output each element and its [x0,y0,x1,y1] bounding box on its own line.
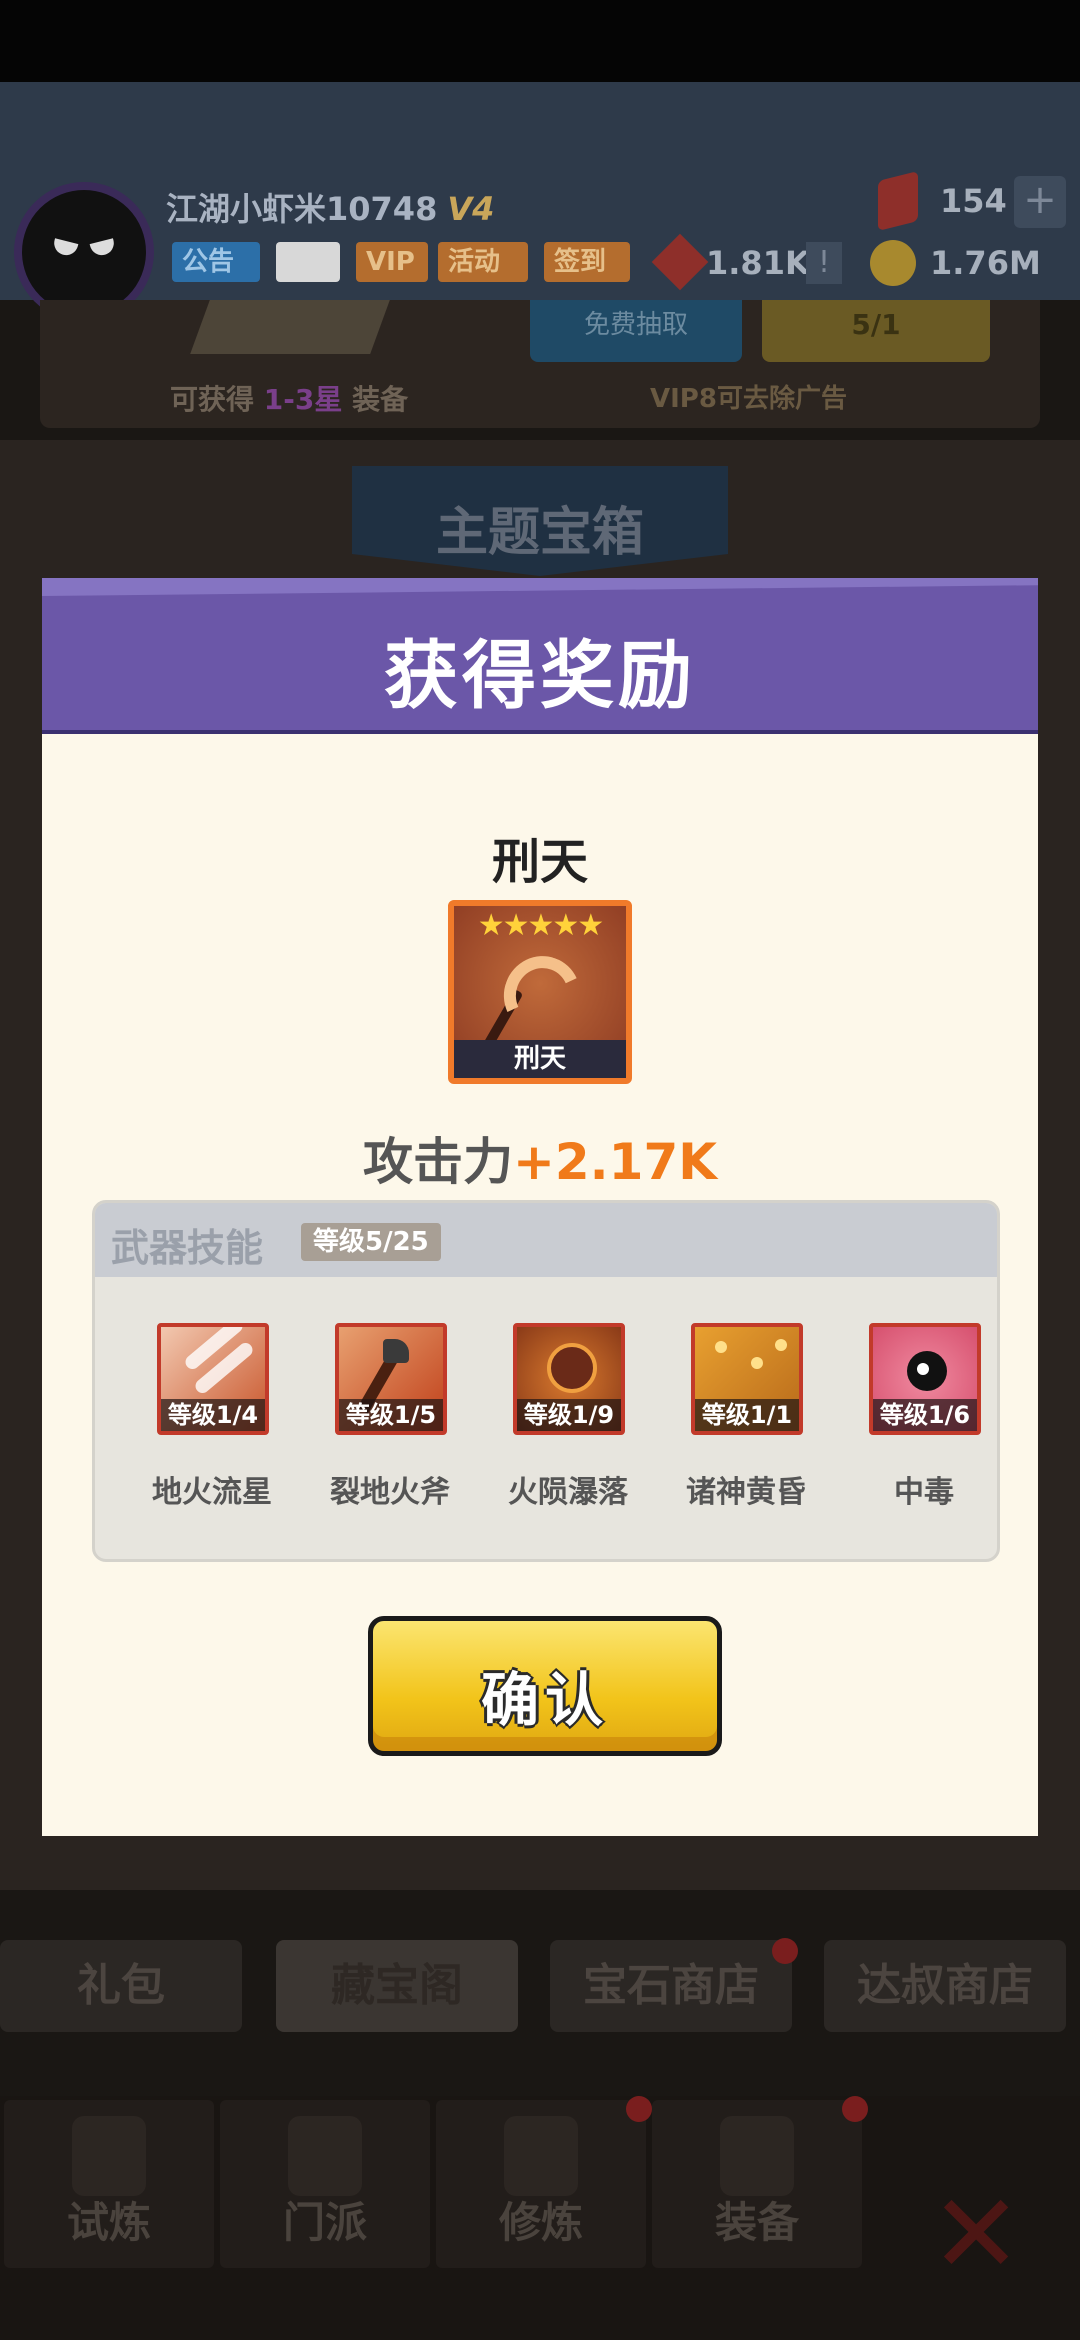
fire-demon-icon: 等级1/9 [513,1323,625,1435]
reward-item-label: 刑天 [454,1040,626,1078]
falling-meteors-icon: 等级1/1 [691,1323,803,1435]
weapon-skills-header: 武器技能 等级5/25 [95,1203,997,1277]
attack-bonus: +2.17K [512,1133,717,1191]
five-star-rating-icon: ★★★★★ [477,908,604,943]
reward-item-card[interactable]: ★★★★★ 刑天 [448,900,632,1084]
reward-dialog: 获得奖励 刑天 ★★★★★ 刑天 攻击力+2.17K 武器技能 等级5/25 等… [42,578,1038,1836]
skill-name: 裂地火斧 [330,1475,450,1510]
fire-axe-icon: 等级1/5 [335,1323,447,1435]
axe-head [383,1339,409,1363]
attack-stat: 攻击力+2.17K [42,1122,1038,1194]
meteor-dot [775,1339,787,1351]
weapon-skills-title: 武器技能 [111,1226,264,1270]
skill-name: 地火流星 [152,1475,272,1510]
skill-level: 等级1/1 [695,1399,799,1431]
skill-level: 等级1/6 [873,1399,977,1431]
dialog-title: 获得奖励 [384,633,696,719]
skill-name: 火陨瀑落 [508,1475,628,1510]
poison-face [907,1351,947,1391]
poison-eye [917,1363,929,1375]
skill-level: 等级1/9 [517,1399,621,1431]
attack-label: 攻击力 [362,1133,513,1191]
skill-name: 诸神黄昏 [686,1475,806,1510]
confirm-button[interactable]: 确认 [368,1616,722,1756]
meteor-dot [751,1357,763,1369]
skill-level: 等级1/4 [161,1399,265,1431]
weapon-skills-panel: 武器技能 等级5/25 等级1/4 地火流星 等级1/5 裂地火斧 等级1/9 [92,1200,1000,1562]
confirm-button-label: 确认 [480,1666,609,1734]
meteor-slash-icon: 等级1/4 [157,1323,269,1435]
weapon-skills-level: 等级5/25 [301,1223,441,1261]
reward-item-name: 刑天 [491,834,588,890]
dialog-header: 获得奖励 [42,578,1038,734]
meteor-dot [715,1341,727,1353]
poison-blob-icon: 等级1/6 [869,1323,981,1435]
skill-name: 中毒 [894,1475,954,1510]
flame-axe-icon [492,945,592,1045]
demon-face [547,1343,597,1393]
skill-level: 等级1/5 [339,1399,443,1431]
